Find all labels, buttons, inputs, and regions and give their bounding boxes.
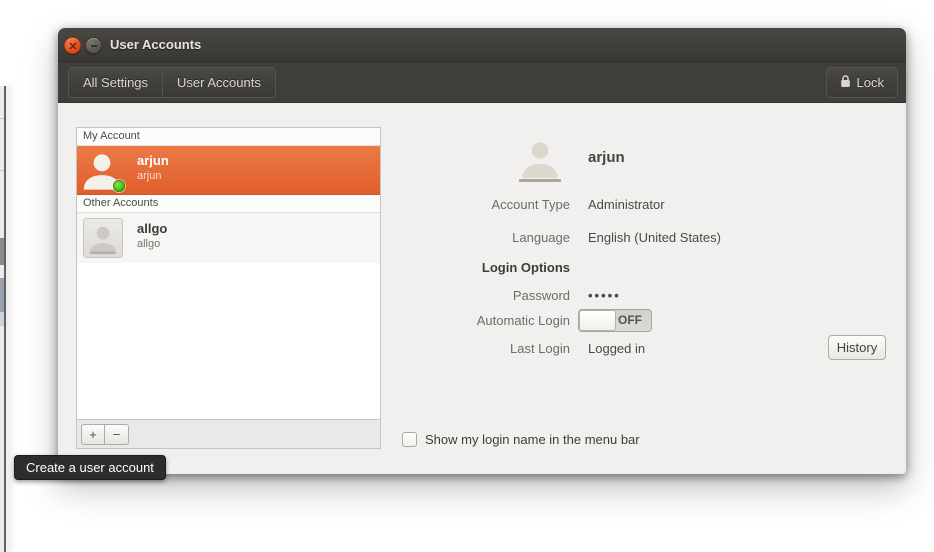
minimize-icon	[90, 42, 98, 50]
divider	[0, 118, 4, 119]
avatar	[83, 218, 123, 258]
remove-account-button[interactable]: −	[105, 424, 129, 445]
background-window-fragment	[0, 278, 4, 312]
account-row-allgo[interactable]: allgo allgo	[77, 213, 380, 263]
language-value[interactable]: English (United States)	[588, 230, 721, 245]
user-fullname: arjun	[588, 149, 625, 166]
close-icon	[68, 41, 77, 50]
my-account-header: My Account	[77, 128, 380, 146]
toggle-state-label: OFF	[618, 313, 642, 327]
background-window-fragment	[0, 312, 4, 326]
lock-icon	[840, 74, 851, 91]
divider	[0, 170, 4, 171]
login-options-header: Login Options	[481, 260, 570, 275]
avatar-base	[519, 179, 561, 182]
account-name: arjun	[137, 153, 169, 168]
toolbar: All Settings User Accounts Lock	[58, 62, 906, 103]
account-list-toolbar: + −	[76, 420, 381, 449]
user-accounts-breadcrumb-button[interactable]: User Accounts	[163, 67, 276, 98]
account-row-arjun[interactable]: arjun arjun	[77, 146, 380, 195]
account-type-value[interactable]: Administrator	[588, 197, 665, 212]
titlebar[interactable]: User Accounts	[58, 28, 906, 62]
history-button[interactable]: History	[828, 335, 886, 360]
show-login-name-label: Show my login name in the menu bar	[425, 432, 640, 447]
account-username: arjun	[137, 170, 162, 182]
password-value[interactable]: •••••	[588, 288, 621, 303]
account-username: allgo	[137, 238, 161, 250]
account-type-label: Account Type	[491, 197, 570, 212]
toggle-handle[interactable]	[579, 310, 616, 331]
background-window-fragment	[0, 238, 4, 265]
all-settings-button[interactable]: All Settings	[68, 67, 164, 98]
create-account-tooltip: Create a user account	[14, 455, 166, 480]
close-button[interactable]	[64, 37, 81, 54]
window-title: User Accounts	[110, 37, 202, 52]
password-label: Password	[512, 288, 570, 303]
language-label: Language	[512, 230, 570, 245]
show-login-name-checkbox[interactable]	[402, 432, 417, 447]
account-name: allgo	[137, 221, 168, 236]
automatic-login-label: Automatic Login	[476, 313, 570, 328]
online-status-dot	[113, 180, 125, 192]
last-login-value: Logged in	[588, 341, 646, 356]
lock-button-label: Lock	[856, 75, 884, 90]
account-list: My Account arjun arjun Other Accounts al…	[76, 127, 381, 420]
content-area: My Account arjun arjun Other Accounts al…	[58, 103, 906, 474]
minimize-button[interactable]	[85, 37, 102, 54]
user-accounts-window: User Accounts All Settings User Accounts…	[58, 28, 906, 474]
background-window-edge	[0, 86, 6, 552]
add-account-button[interactable]: +	[81, 424, 105, 445]
last-login-label: Last Login	[510, 341, 570, 356]
lock-button[interactable]: Lock	[825, 67, 898, 98]
show-login-name-row: Show my login name in the menu bar	[402, 432, 640, 447]
user-avatar-large[interactable]	[517, 136, 563, 182]
breadcrumb: All Settings User Accounts	[68, 67, 276, 98]
automatic-login-toggle[interactable]: OFF	[578, 309, 652, 332]
